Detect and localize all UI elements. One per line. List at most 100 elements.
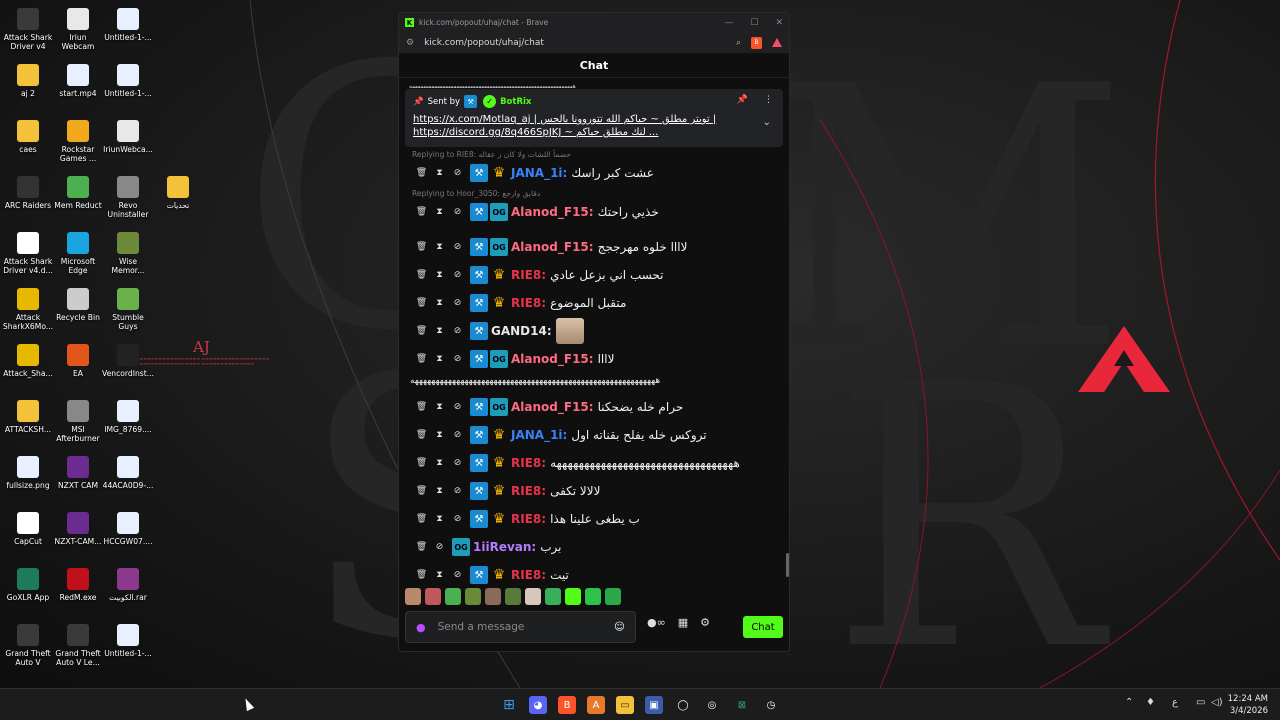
desktop-icon[interactable]: VencordInst... xyxy=(102,344,154,378)
webcam-icon[interactable]: ◯ xyxy=(674,696,692,714)
ban-icon[interactable]: ⊘ xyxy=(452,269,463,281)
quick-emote-icon[interactable] xyxy=(585,588,601,605)
chat-message[interactable]: 🗑 ⧗ ⊘ ⚒ ♛ RIE8: لالالا تكفى xyxy=(416,481,600,501)
quick-emote-icon[interactable] xyxy=(405,588,421,605)
goxlr-icon[interactable]: ⊠ xyxy=(733,696,751,714)
steam-icon[interactable]: ◎ xyxy=(703,696,721,714)
timeout-icon[interactable]: ⧗ xyxy=(434,206,445,218)
timeout-icon[interactable]: ⧗ xyxy=(434,297,445,309)
expand-chevron-icon[interactable]: ⌄ xyxy=(763,117,771,128)
quick-emote-icon[interactable] xyxy=(505,588,521,605)
delete-icon[interactable]: 🗑 xyxy=(416,541,427,553)
chat-username[interactable]: RIE8: xyxy=(511,484,546,498)
desktop-icon[interactable]: Grand Theft Auto V xyxy=(2,624,54,667)
url-text[interactable]: kick.com/popout/uhaj/chat xyxy=(424,38,544,48)
chat-scrollbar[interactable] xyxy=(786,553,789,577)
desktop-icon[interactable]: Iriun Webcam xyxy=(52,8,104,51)
desktop-icon[interactable]: Recycle Bin xyxy=(52,288,104,322)
volume-tray-icon[interactable]: ◁) xyxy=(1211,697,1223,708)
desktop-icon[interactable]: aj 2 xyxy=(2,64,54,98)
chat-message[interactable]: 🗑 ⧗ ⊘ ⚒ ♛ JANA_1i: عشت كبر راسك xyxy=(416,163,654,183)
desktop-icon[interactable]: IMG_8769.... xyxy=(102,400,154,434)
file-explorer-icon[interactable]: ▭ xyxy=(616,696,634,714)
timeout-icon[interactable]: ⧗ xyxy=(434,485,445,497)
desktop-icon[interactable]: الكوبيت.rar xyxy=(102,568,154,602)
quick-emote-icon[interactable] xyxy=(565,588,581,605)
chat-username[interactable]: RIE8: xyxy=(511,296,546,310)
address-bar[interactable]: ⚙ kick.com/popout/uhaj/chat ⌕ B xyxy=(399,32,789,54)
chat-message[interactable]: 🗑 ⧗ ⊘ ⚒ ♛ RIE8: هههههههههههههههههههههههههههههه… xyxy=(416,453,740,473)
quick-emote-icon[interactable] xyxy=(605,588,621,605)
site-settings-icon[interactable]: ⚙ xyxy=(406,38,414,48)
pinned-message[interactable]: 📌 Sent by ⚒ ✓ BotRix https://x.com/Motla… xyxy=(405,89,783,147)
desktop-icon[interactable]: GoXLR App xyxy=(2,568,54,602)
delete-icon[interactable]: 🗑 xyxy=(416,429,427,441)
quick-emote-icon[interactable] xyxy=(425,588,441,605)
more-options-icon[interactable]: ⋮ xyxy=(764,95,773,105)
desktop-icon[interactable]: Attack Shark Driver v4.d... xyxy=(2,232,54,275)
ban-icon[interactable]: ⊘ xyxy=(452,457,463,469)
desktop-icon[interactable]: start.mp4 xyxy=(52,64,104,98)
ban-icon[interactable]: ⊘ xyxy=(452,353,463,365)
delete-icon[interactable]: 🗑 xyxy=(416,206,427,218)
chat-message[interactable]: 🗑 ⧗ ⊘ ⚒ OG Alanod_F15: لاااا خلوه مهرججج xyxy=(416,237,687,257)
ban-icon[interactable]: ⊘ xyxy=(452,297,463,309)
kick-points-icon[interactable]: ●∞ xyxy=(647,616,666,629)
chat-message[interactable]: 🗑 ⧗ ⊘ ⚒ GAND14: xyxy=(416,318,584,344)
chat-message[interactable]: 🗑 ⧗ ⊘ ⚒ OG Alanod_F15: حرام خله يضحكنا xyxy=(416,397,683,417)
timeout-icon[interactable]: ⧗ xyxy=(434,513,445,525)
chat-username[interactable]: JANA_1i: xyxy=(511,166,567,180)
gift-icon[interactable]: ▦ xyxy=(678,616,688,629)
network-tray-icon[interactable]: ▭ xyxy=(1196,697,1205,708)
close-button[interactable]: ✕ xyxy=(775,18,783,28)
chat-message[interactable]: 🗑 ⧗ ⊘ ⚒ ♛ RIE8: تحسب اني بزعل عادي xyxy=(416,265,664,285)
timeout-icon[interactable]: ⧗ xyxy=(434,167,445,179)
timeout-icon[interactable]: ⧗ xyxy=(434,429,445,441)
chat-username[interactable]: JANA_1i: xyxy=(511,428,567,442)
chat-username[interactable]: 1iiRevan: xyxy=(473,540,536,554)
desktop-icon[interactable]: CapCut xyxy=(2,512,54,546)
delete-icon[interactable]: 🗑 xyxy=(416,241,427,253)
quick-emote-icon[interactable] xyxy=(465,588,481,605)
desktop-icon[interactable]: MSI Afterburner xyxy=(52,400,104,443)
minimize-button[interactable]: — xyxy=(724,18,733,28)
chat-message[interactable]: 🗑 ⧗ ⊘ ⚒ ♛ JANA_1i: تروكس خله يفلح بقناته اول xyxy=(416,425,707,445)
ban-icon[interactable]: ⊘ xyxy=(452,325,463,337)
chat-username[interactable]: RIE8: xyxy=(511,512,546,526)
start-button-icon[interactable]: ⊞ xyxy=(500,696,518,714)
desktop-icon[interactable]: ATTACKSH... xyxy=(2,400,54,434)
chat-message[interactable]: 🗑 ⧗ ⊘ ⚒ OG Alanod_F15: لاااا xyxy=(416,349,614,369)
desktop-icon[interactable]: تحديات xyxy=(152,176,204,210)
desktop-icon[interactable]: RedM.exe xyxy=(52,568,104,602)
chat-username[interactable]: Alanod_F15: xyxy=(511,205,594,219)
ban-icon[interactable]: ⊘ xyxy=(452,429,463,441)
quick-emote-icon[interactable] xyxy=(445,588,461,605)
taskbar-clock[interactable]: 12:24 AM 3/4/2026 xyxy=(1222,693,1268,717)
desktop-icon[interactable]: Untitled-1-... xyxy=(102,624,154,658)
delete-icon[interactable]: 🗑 xyxy=(416,457,427,469)
timeout-icon[interactable]: ⧗ xyxy=(434,569,445,581)
delete-icon[interactable]: 🗑 xyxy=(416,401,427,413)
delete-icon[interactable]: 🗑 xyxy=(416,269,427,281)
discord-icon[interactable]: ◕ xyxy=(529,696,547,714)
desktop-icon[interactable]: Untitled-1-... xyxy=(102,64,154,98)
quick-emote-icon[interactable] xyxy=(545,588,561,605)
ban-icon[interactable]: ⊘ xyxy=(452,401,463,413)
desktop-icon[interactable]: 44ACA0D9-... xyxy=(102,456,154,490)
unpin-icon[interactable]: 📌 xyxy=(737,95,748,105)
ban-icon[interactable]: ⊘ xyxy=(452,241,463,253)
quick-emote-icon[interactable] xyxy=(525,588,541,605)
pinned-line-1[interactable]: https://x.com/Motlaq_aj | تويتر مطلق ~ ح… xyxy=(413,114,775,125)
chat-username[interactable]: Alanod_F15: xyxy=(511,352,594,366)
ban-icon[interactable]: ⊘ xyxy=(452,167,463,179)
delete-icon[interactable]: 🗑 xyxy=(416,167,427,179)
chat-username[interactable]: RIE8: xyxy=(511,456,546,470)
brave-shield-icon[interactable]: B xyxy=(751,36,762,49)
timeout-icon[interactable]: ⧗ xyxy=(434,241,445,253)
chat-message[interactable]: 🗑 ⧗ ⊘ ⚒ ♛ RIE8: متقبل الموضوع xyxy=(416,293,626,313)
timeout-icon[interactable]: ⧗ xyxy=(434,353,445,365)
delete-icon[interactable]: 🗑 xyxy=(416,569,427,581)
reply-context[interactable]: Replying to RIE8: حضمأ اللشات ولا كان ز … xyxy=(412,150,571,159)
desktop-icon[interactable]: fullsize.png xyxy=(2,456,54,490)
chat-message[interactable]: 🗑 ⧗ ⊘ ⚒ ♛ RIE8: تيت xyxy=(416,565,569,585)
